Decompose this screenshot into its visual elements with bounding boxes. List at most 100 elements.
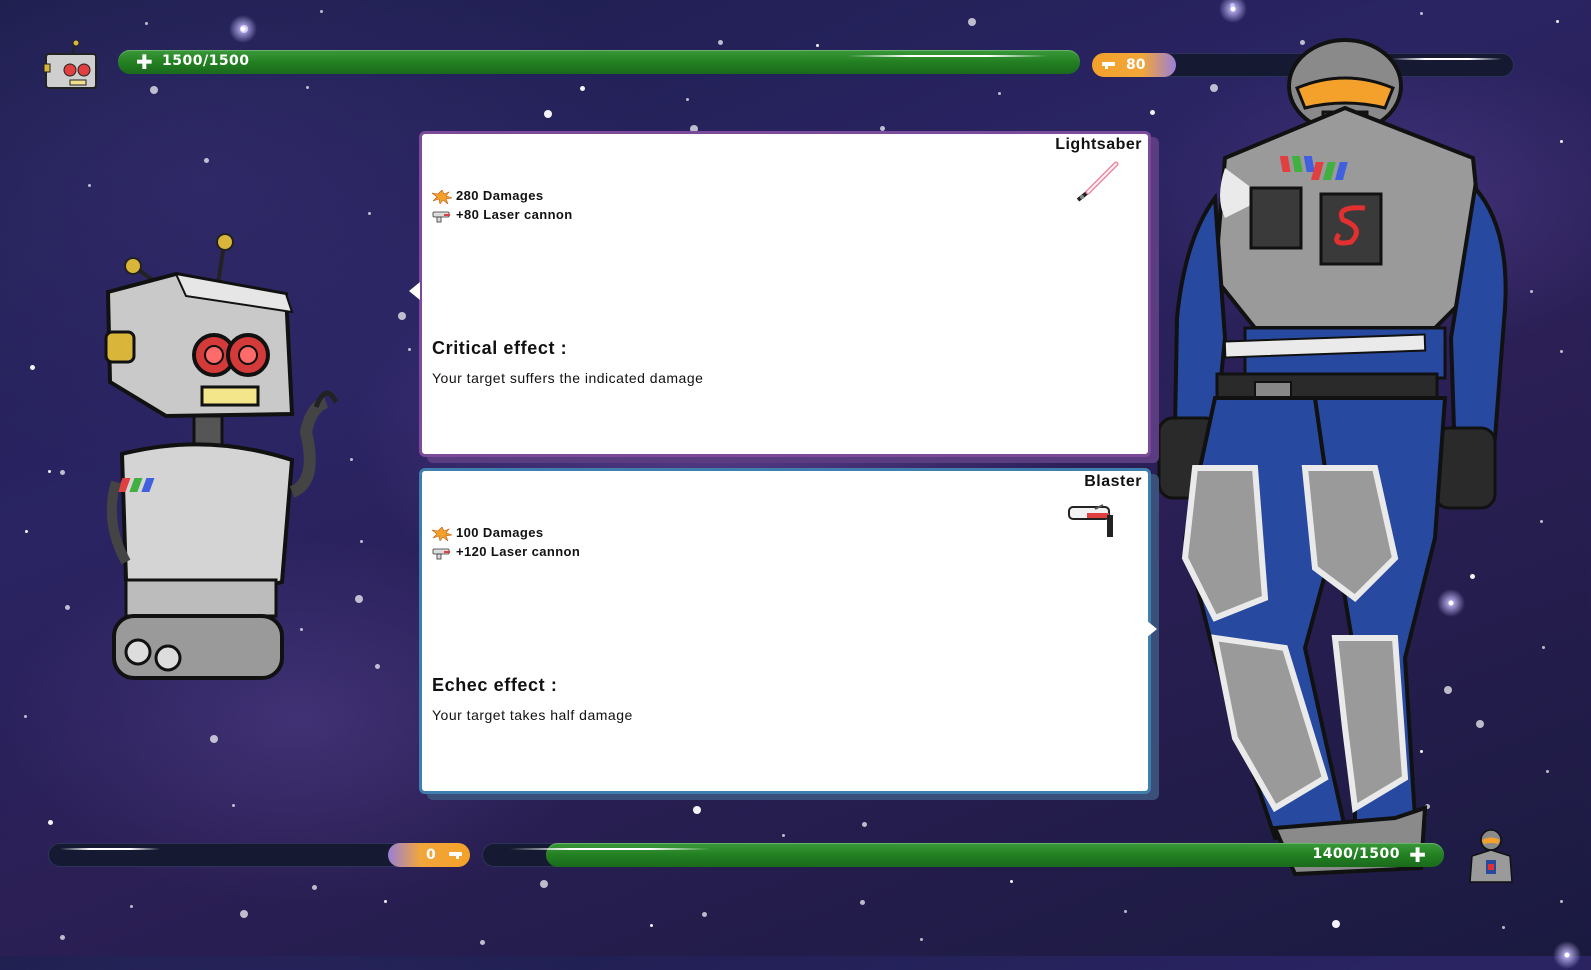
star [540, 880, 548, 888]
enemy-health-bar: 1400/1500 ✚ [482, 843, 1444, 867]
enemy-health-text: 1400/1500 [1312, 846, 1400, 862]
star [150, 86, 158, 94]
star [48, 470, 51, 473]
enemy-ammo-bar: 0 [48, 843, 470, 867]
star [1546, 770, 1549, 773]
damage-stat: 100 Damages [432, 525, 544, 541]
bright-star [228, 14, 258, 44]
bar-shine [848, 55, 1048, 57]
star [1502, 926, 1505, 929]
bar-shine [510, 848, 710, 850]
heal-plus-icon: ✚ [1409, 843, 1426, 867]
star [232, 804, 235, 807]
star [920, 938, 923, 941]
star [1420, 12, 1423, 15]
effect-description: Your target takes half damage [432, 707, 633, 723]
star [575, 458, 578, 461]
blaster-icon [1068, 504, 1113, 537]
star [240, 910, 248, 918]
player-health-fill [118, 50, 1080, 74]
explosion-icon [432, 189, 452, 204]
star [65, 605, 70, 610]
bar-shine [60, 848, 160, 850]
star [398, 312, 406, 320]
card-title: Lightsaber [1055, 136, 1142, 153]
enemy-ammo-text: 0 [426, 847, 436, 863]
effect-title: Critical effect : [432, 338, 568, 358]
star [1556, 20, 1559, 23]
laser-stat: +120 Laser cannon [432, 544, 580, 560]
star [355, 595, 363, 603]
card-pointer-left [409, 282, 420, 300]
player-health-text: 1500/1500 [162, 53, 250, 69]
card-pointer-right [1146, 620, 1157, 638]
star [384, 900, 387, 903]
star [650, 924, 653, 927]
star [360, 540, 363, 543]
star [312, 885, 317, 890]
star [1530, 290, 1533, 293]
star [702, 912, 707, 917]
bright-star [1552, 940, 1582, 970]
damage-text: 100 Damages [456, 525, 544, 540]
star [1124, 910, 1127, 913]
lightsaber-icon [1076, 161, 1119, 202]
bright-star [1218, 0, 1248, 24]
laser-gun-icon [449, 852, 462, 859]
star [1332, 920, 1340, 928]
star [30, 365, 35, 370]
star [480, 940, 485, 945]
effect-title: Echec effect : [432, 675, 558, 695]
explosion-icon [432, 526, 452, 541]
player-health-bar: ✚ 1500/1500 [118, 50, 1080, 74]
star [60, 470, 65, 475]
star [145, 22, 148, 25]
star [375, 664, 380, 669]
star [544, 110, 552, 118]
player-ammo-text: 80 [1126, 57, 1146, 73]
star [686, 98, 689, 101]
laser-cannon-icon [432, 211, 450, 222]
star [580, 86, 585, 91]
star [1540, 520, 1543, 523]
star [968, 18, 976, 26]
star [368, 212, 371, 215]
star [88, 184, 91, 187]
laser-gun-icon [1102, 62, 1115, 69]
robot-character [96, 232, 356, 692]
armored-soldier-character [1155, 38, 1525, 888]
star [48, 820, 53, 825]
star [204, 158, 209, 163]
star [718, 40, 723, 45]
star [306, 86, 309, 89]
star [816, 44, 819, 47]
star [210, 735, 218, 743]
star [693, 806, 701, 814]
star [1560, 900, 1563, 903]
weapon-card-lightsaber[interactable]: Lightsaber 280 Damages +80 Laser cannon … [419, 131, 1151, 457]
star [60, 935, 65, 940]
card-title: Blaster [1084, 473, 1142, 490]
star [24, 715, 27, 718]
damage-text: 280 Damages [456, 188, 544, 203]
star [998, 92, 1001, 95]
damage-stat: 280 Damages [432, 188, 544, 204]
star [1560, 140, 1563, 143]
star [1560, 350, 1563, 353]
robot-avatar-icon [42, 39, 98, 92]
star [130, 905, 133, 908]
star [408, 348, 411, 351]
laser-stat: +80 Laser cannon [432, 207, 573, 223]
star [1542, 646, 1545, 649]
star [320, 10, 323, 13]
star [1010, 880, 1013, 883]
weapon-card-blaster[interactable]: Blaster 100 Damages +120 Laser cannon Ec… [419, 468, 1151, 794]
soldier-avatar-icon [1464, 828, 1518, 884]
star [782, 834, 785, 837]
effect-description: Your target suffers the indicated damage [432, 370, 704, 386]
star [862, 822, 867, 827]
heal-plus-icon: ✚ [136, 50, 153, 74]
enemy-health-fill [546, 843, 1444, 867]
laser-text: +80 Laser cannon [456, 207, 573, 222]
star [25, 530, 28, 533]
